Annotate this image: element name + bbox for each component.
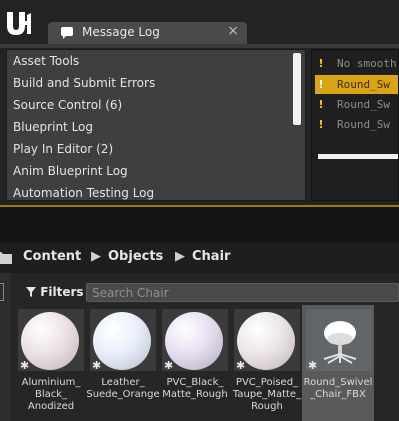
material-sphere-icon [21,312,79,370]
asset-label: Round_Swivel _Chair_FBX [303,377,373,400]
material-sphere-icon [237,312,295,370]
asset-thumbnail: ✱ [234,309,300,371]
filter-icon [26,287,36,297]
message-row[interactable]: ! Round_Sw [315,115,398,134]
message-scrollbar[interactable] [318,154,398,159]
material-sphere-icon [165,312,223,370]
breadcrumb: Content ▶ Objects ▶ Chair [0,243,399,273]
unreal-logo-icon [7,12,31,35]
tab-title: Message Log [82,25,160,39]
tab-underline [0,44,399,48]
log-category-blueprint-log[interactable]: Blueprint Log [7,116,305,138]
asset-label: PVC_Poised_ Taupe_Matte_ Rough [232,377,302,412]
asset-tile[interactable]: ✱ Leather_ Suede_Orange [86,305,160,421]
search-input[interactable] [86,283,399,302]
log-category-build-submit-errors[interactable]: Build and Submit Errors [7,72,305,94]
asterisk-icon: ✱ [236,359,246,371]
category-scrollbar[interactable] [293,53,301,125]
panel-gap [0,207,399,243]
asset-thumbnail: ✱ [306,309,372,371]
log-category-play-in-editor[interactable]: Play In Editor (2) [7,138,305,160]
filters-label: Filters [40,285,84,299]
breadcrumb-chair[interactable]: Chair [192,249,230,264]
log-category-anim-blueprint-log[interactable]: Anim Blueprint Log [7,160,305,182]
asterisk-icon: ✱ [20,359,30,371]
tab-message-log[interactable]: Message Log × [48,22,247,44]
warning-icon: ! [318,57,324,70]
asterisk-icon: ✱ [308,359,318,371]
breadcrumb-objects[interactable]: Objects [108,249,163,264]
material-sphere-icon [93,312,151,370]
asset-label: Leather_ Suede_Orange [86,377,160,400]
asset-tile[interactable]: ✱ PVC_Poised_ Taupe_Matte_ Rough [233,305,304,421]
asset-thumbnail: ✱ [162,309,228,371]
warning-icon: ! [318,118,324,131]
log-category-source-control[interactable]: Source Control (6) [7,94,305,116]
message-log-window: Message Log × Asset Tools Build and Subm… [0,0,399,207]
warning-icon: ! [318,78,324,91]
breadcrumb-separator-icon: ▶ [91,249,101,264]
asset-thumbnail: ✱ [90,309,156,371]
message-list[interactable]: ! No smooth ! Round_Sw ! Round_Sw ! Round_Sw [311,49,399,201]
asterisk-icon: ✱ [164,359,174,371]
message-row-selected[interactable]: ! Round_Sw [315,75,398,94]
warning-icon: ! [318,98,324,111]
sources-toggle[interactable] [0,283,4,301]
asterisk-icon: ✱ [92,359,102,371]
asset-label: PVC_Black_ Matte_Rough [162,377,228,400]
asset-thumbnail: ✱ [18,309,84,371]
asset-label: Aluminium_ Black_ Anodized [21,377,81,412]
log-category-automation-testing-log[interactable]: Automation Testing Log [7,182,305,200]
log-category-list[interactable]: Asset Tools Build and Submit Errors Sour… [6,49,306,201]
log-category-asset-tools[interactable]: Asset Tools [7,50,305,72]
message-log-icon [61,27,73,39]
message-row[interactable]: ! Round_Sw [315,95,398,114]
breadcrumb-content[interactable]: Content [23,249,81,264]
folder-icon[interactable] [0,251,12,264]
asset-tile[interactable]: ✱ PVC_Black_ Matte_Rough [162,305,232,421]
breadcrumb-separator-icon: ▶ [175,249,185,264]
asset-tile-selected[interactable]: ✱ Round_Swivel _Chair_FBX [302,305,374,421]
asset-tile[interactable]: ✱ Aluminium_ Black_ Anodized [18,305,88,421]
close-icon[interactable]: × [227,23,239,39]
message-row[interactable]: ! No smooth [315,54,398,73]
